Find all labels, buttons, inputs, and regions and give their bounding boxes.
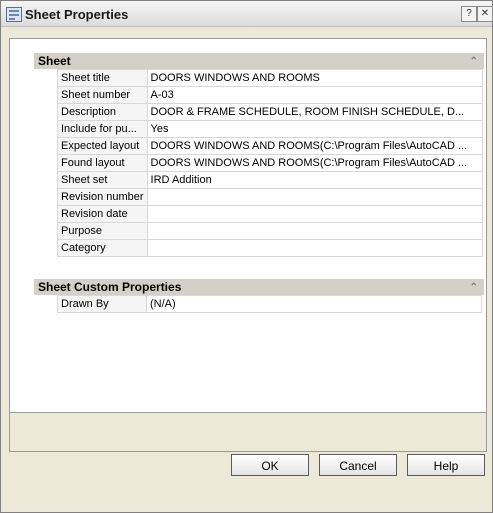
property-name: Revision date [57,205,148,223]
cancel-button[interactable]: Cancel [319,454,397,476]
property-value[interactable]: DOORS WINDOWS AND ROOMS [146,69,483,87]
property-name: Include for pu... [57,120,148,138]
property-value[interactable]: DOORS WINDOWS AND ROOMS(C:\Program Files… [146,137,483,155]
property-value[interactable]: DOORS WINDOWS AND ROOMS(C:\Program Files… [146,154,483,172]
property-name: Found layout [57,154,148,172]
dialog-title: Sheet Properties [25,7,129,22]
property-row[interactable]: Category [57,239,483,257]
property-name: Expected layout [57,137,148,155]
property-value[interactable]: DOOR & FRAME SCHEDULE, ROOM FINISH SCHED… [146,103,483,121]
property-row[interactable]: Include for pu... Yes [57,120,483,138]
property-value[interactable]: IRD Addition [146,171,483,189]
help-icon[interactable]: ? [461,6,477,22]
property-name: Sheet title [57,69,148,87]
close-icon[interactable]: ✕ [477,6,493,22]
property-value[interactable] [146,222,483,240]
section-header-custom[interactable]: Sheet Custom Properties ⌃ [34,279,484,295]
property-name: Sheet number [57,86,148,104]
property-row[interactable]: Description DOOR & FRAME SCHEDULE, ROOM F… [57,103,483,121]
property-row[interactable]: Revision date [57,205,483,223]
property-name: Sheet set [57,171,148,189]
property-row[interactable]: Expected layout DOORS WINDOWS AND ROOMS(C… [57,137,483,155]
description-panel [9,412,487,452]
property-row[interactable]: Purpose [57,222,483,240]
property-name: Category [57,239,148,257]
property-name: Description [57,103,148,121]
sheet-properties-dialog: Sheet Properties ? ✕ Sheet ⌃ Sheet title… [0,0,493,513]
property-value[interactable] [146,205,483,223]
property-name: Purpose [57,222,148,240]
collapse-icon[interactable]: ⌃ [470,280,478,296]
ok-button[interactable]: OK [231,454,309,476]
property-name: Drawn By [57,295,147,313]
property-row[interactable]: Revision number [57,188,483,206]
property-value[interactable] [146,239,483,257]
property-row[interactable]: Sheet number A-03 [57,86,483,104]
property-row[interactable]: Found layout DOORS WINDOWS AND ROOMS(C:\P… [57,154,483,172]
property-name: Revision number [57,188,148,206]
property-value[interactable]: (N/A) [146,295,482,313]
property-row[interactable]: Sheet set IRD Addition [57,171,483,189]
property-row[interactable]: Drawn By (N/A) [57,295,482,313]
sheet-properties-table: Sheet title DOORS WINDOWS AND ROOMS Sheet… [57,69,483,257]
section-label-sheet: Sheet [38,54,71,68]
property-value[interactable] [146,188,483,206]
sheet-properties-icon [6,7,22,22]
section-header-sheet[interactable]: Sheet ⌃ [34,53,484,69]
custom-properties-table: Drawn By (N/A) [57,295,482,313]
section-label-custom: Sheet Custom Properties [38,280,182,294]
title-bar: Sheet Properties ? ✕ [1,1,493,27]
property-row[interactable]: Sheet title DOORS WINDOWS AND ROOMS [57,69,483,87]
help-button[interactable]: Help [407,454,485,476]
property-value[interactable]: Yes [146,120,483,138]
property-value[interactable]: A-03 [146,86,483,104]
collapse-icon[interactable]: ⌃ [470,54,478,70]
